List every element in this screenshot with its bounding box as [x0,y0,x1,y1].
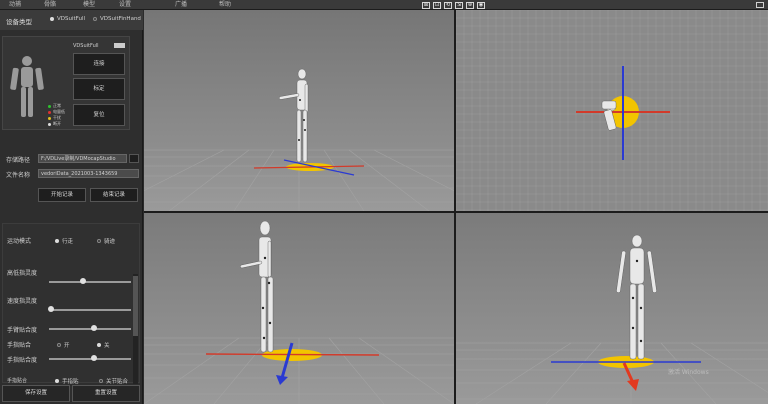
menu-item-settings[interactable]: 设置 [119,0,131,10]
slider-label: 手臂贴合度 [7,327,38,334]
suit-name-label: VDSuitFull [73,43,99,49]
viewport-front[interactable]: 激活 Windows [456,213,768,404]
radio-selected-icon [55,379,59,383]
mode-option-walk[interactable]: 行走 [55,237,73,245]
radio-selected-icon [50,17,54,21]
slider-label: 速度指灵度 [7,298,38,305]
view-toolbar: ⊠ ⊡ ⟲ ⇲ ⊕ ◉ [422,0,485,10]
device-option-finhand[interactable]: VDSuitFinHand [93,16,141,22]
save-settings-button[interactable]: 保存设置 [2,385,70,402]
watermark-text: 激活 Windows [668,369,709,376]
viewport-side[interactable] [144,213,454,404]
speed-sensitivity-slider[interactable] [49,309,131,311]
hand-toggle-off[interactable]: 关 [97,341,110,349]
path-input[interactable]: F:/VDLive录制/VDMocapStudio [38,154,127,163]
bottom-option-2[interactable]: 关节贴合 [99,377,128,385]
body-silhouette-icon [10,56,44,117]
menu-item-skeleton[interactable]: 骨骼 [44,0,56,10]
target-icon[interactable]: ◉ [477,1,485,9]
left-panel: 设备类型 VDSuitFull VDSuitFinHand VDSuitFull… [0,10,143,404]
slider-knob[interactable] [91,325,98,331]
menu-item-capture[interactable]: 动捕 [9,0,21,10]
device-option-full[interactable]: VDSuitFull [50,16,85,22]
radio-selected-icon [97,343,101,347]
viewport-divider-vertical[interactable] [454,10,456,404]
slider-knob[interactable] [91,355,98,361]
slider-knob[interactable] [47,306,54,312]
viewport-perspective[interactable] [144,10,454,211]
front-scene [456,213,768,404]
radio-selected-icon [55,239,59,243]
menu-item-broadcast[interactable]: 广播 [175,0,187,10]
battery-icon [114,43,125,48]
legend-item: 断开 [48,121,61,127]
reset-settings-button[interactable]: 重置设置 [72,385,140,402]
filename-label: 文件名称 [6,172,31,179]
top-scene [456,10,768,211]
slider-label: 高低指灵度 [7,270,38,277]
radio-empty-icon [57,343,61,347]
connect-button[interactable]: 连接 [73,53,125,75]
side-scene [144,213,454,404]
radio-empty-icon [93,17,97,21]
calibrate-button[interactable]: 标定 [73,78,125,100]
recording-section: 存储路径 F:/VDLive录制/VDMocapStudio 文件名称 vedo… [2,148,140,210]
fit-view-icon[interactable]: ⇲ [455,1,463,9]
menu-item-help[interactable]: 帮助 [219,0,231,10]
reset-pose-button[interactable]: 复位 [73,104,125,126]
quad-view-icon[interactable]: ⊡ [433,1,441,9]
slider-knob[interactable] [80,278,87,284]
settings-scrollbar[interactable] [133,274,138,384]
radio-empty-icon [99,379,103,383]
height-sensitivity-slider[interactable] [49,281,131,283]
path-label: 存储路径 [6,157,31,164]
bottom-row-label: 手指贴合 [7,378,28,384]
hand-toggle-on[interactable]: 开 [57,341,70,349]
device-type-row: 设备类型 VDSuitFull VDSuitFinHand [0,10,143,30]
motion-mode-label: 运动模式 [7,238,32,245]
motion-settings-section: 运动模式 行走 骑迹 高低指灵度 速度指灵度 手臂贴合度 手指贴合 开 关 手指… [2,223,140,385]
radio-empty-icon [97,239,101,243]
rotate-icon[interactable]: ⟲ [444,1,452,9]
viewport-top[interactable] [456,10,768,211]
finger-fit-slider[interactable] [49,358,131,360]
filename-input[interactable]: vedoriData_2021003-1343659 [38,169,139,178]
stop-record-button[interactable]: 结束记录 [90,188,138,202]
add-icon[interactable]: ⊕ [466,1,474,9]
scrollbar-thumb[interactable] [133,276,138,336]
menu-item-model[interactable]: 模型 [83,0,95,10]
device-type-label: 设备类型 [6,18,32,26]
menu-bar: 动捕 骨骼 模型 设置 广播 帮助 ⊠ ⊡ ⟲ ⇲ ⊕ ◉ [0,0,768,10]
single-view-icon[interactable]: ⊠ [422,1,430,9]
perspective-scene [144,10,454,211]
browse-button[interactable] [129,154,139,163]
viewport-divider-horizontal[interactable] [144,211,768,213]
arm-fit-slider[interactable] [49,328,131,330]
bottom-option-1[interactable]: 手指贴 [55,377,79,385]
start-record-button[interactable]: 开始记录 [38,188,86,202]
maximize-icon[interactable] [756,2,764,8]
slider-label: 手指贴合度 [7,357,38,364]
suit-status-box: VDSuitFull 连接 标定 复位 正常 电量低 干扰 断开 [2,36,130,130]
mode-option-ride[interactable]: 骑迹 [97,237,115,245]
hand-toggle-label: 手指贴合 [7,342,32,349]
